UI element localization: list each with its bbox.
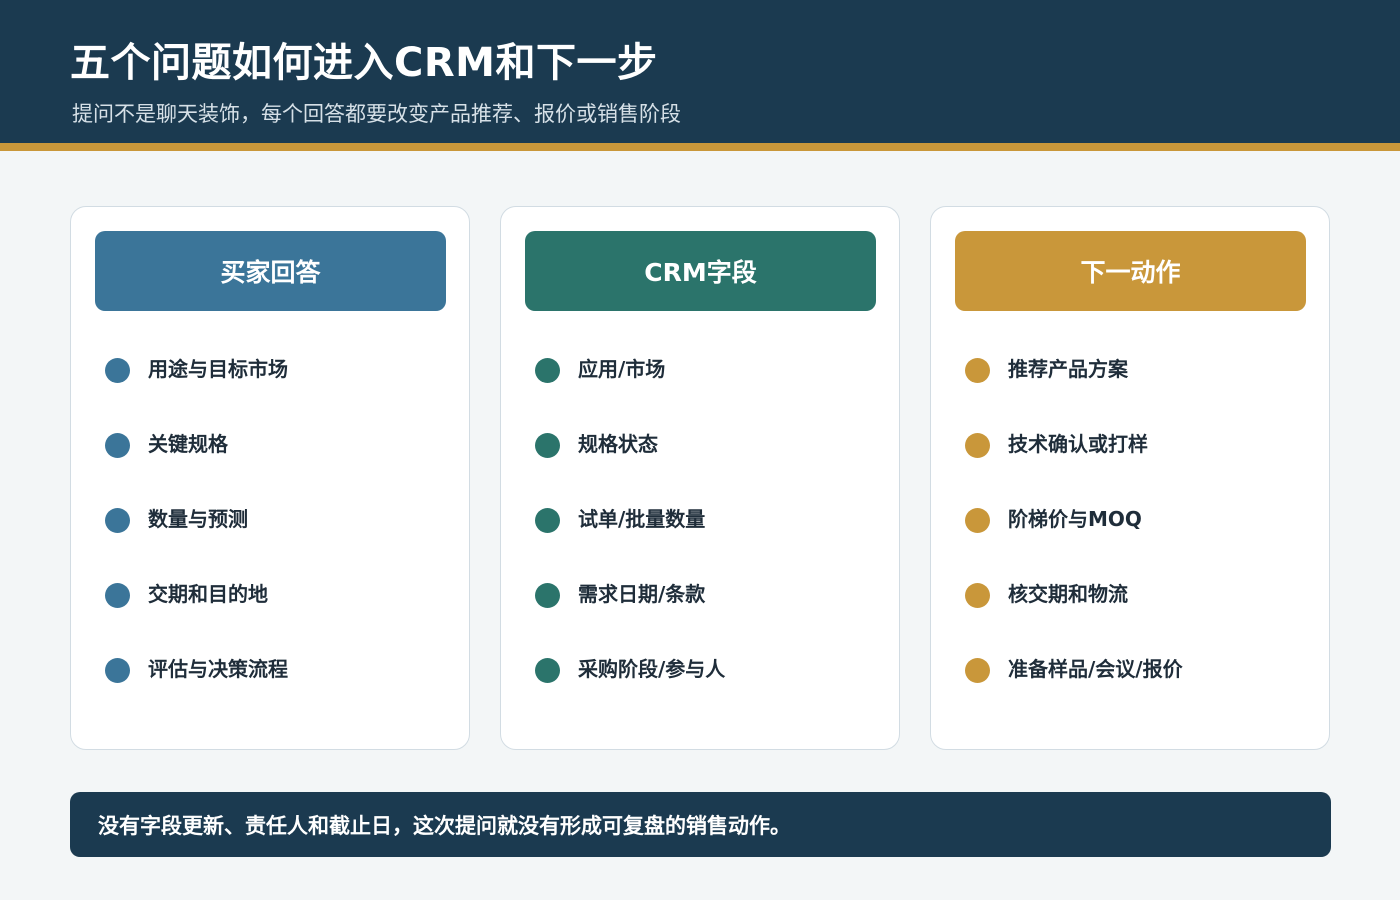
- item-label: 推荐产品方案: [1008, 356, 1128, 381]
- list-item: 数量与预测: [105, 497, 248, 537]
- bullet-dot: [535, 657, 560, 683]
- item-label: 采购阶段/参与人: [578, 656, 726, 681]
- item-label: 核交期和物流: [1008, 581, 1128, 606]
- list-item: 推荐产品方案: [965, 347, 1128, 387]
- item-label: 试单/批量数量: [578, 506, 706, 531]
- list-item: 规格状态: [535, 422, 658, 462]
- item-label: 评估与决策流程: [148, 656, 288, 681]
- bullet-dot: [965, 507, 990, 533]
- list-item: 准备样品/会议/报价: [965, 647, 1183, 687]
- bullet-dot: [965, 357, 990, 383]
- list-item: 技术确认或打样: [965, 422, 1148, 462]
- list-item: 应用/市场: [535, 347, 665, 387]
- footer-note: 没有字段更新、责任人和截止日，这次提问就没有形成可复盘的销售动作。: [70, 792, 1331, 857]
- item-label: 应用/市场: [578, 356, 666, 381]
- bullet-dot: [105, 357, 130, 383]
- item-label: 用途与目标市场: [148, 356, 288, 381]
- list-item: 阶梯价与MOQ: [965, 497, 1142, 537]
- item-label: 关键规格: [148, 431, 228, 456]
- column-items: 推荐产品方案 技术确认或打样 阶梯价与MOQ 核交期和物流准备样品/会议/报价: [931, 207, 1329, 749]
- bullet-dot: [105, 582, 130, 608]
- bullet-dot: [105, 657, 130, 683]
- bullet-dot: [535, 357, 560, 383]
- column-crm-fields: CRM字段 应用/市场 规格状态 试单/批量数量 需求日期/条款 采购阶段/参与人: [500, 206, 900, 750]
- list-item: 评估与决策流程: [105, 647, 288, 687]
- column-items: 应用/市场规格状态试单/批量数量 需求日期/条款 采购阶段/参与人: [501, 207, 899, 749]
- item-label: 需求日期/条款: [578, 581, 706, 606]
- item-label: 技术确认或打样: [1008, 431, 1148, 456]
- item-label: 阶梯价与MOQ: [1008, 506, 1142, 531]
- bullet-dot: [535, 507, 560, 533]
- bullet-dot: [965, 432, 990, 458]
- accent-stripe: [0, 143, 1400, 151]
- item-label: 数量与预测: [148, 506, 248, 531]
- bullet-dot: [965, 657, 990, 683]
- list-item: 用途与目标市场: [105, 347, 288, 387]
- header-banner: 五个问题如何进入CRM和下一步 提问不是聊天装饰，每个回答都要改变产品推荐、报价…: [0, 0, 1400, 143]
- bullet-dot: [105, 432, 130, 458]
- bullet-dot: [965, 582, 990, 608]
- list-item: 交期和目的地: [105, 572, 268, 612]
- column-next-actions: 下一动作 推荐产品方案 技术确认或打样 阶梯价与MOQ 核交期和物流 准备样品/会议/报…: [930, 206, 1330, 750]
- page-title: 五个问题如何进入CRM和下一步: [70, 40, 658, 86]
- item-label: 规格状态: [578, 431, 658, 456]
- list-item: 核交期和物流: [965, 572, 1128, 612]
- footer-text: 没有字段更新、责任人和截止日，这次提问就没有形成可复盘的销售动作。: [98, 813, 791, 838]
- column-items: 用途与目标市场 关键规格数量与预测交期和目的地 评估与决策流程: [71, 207, 469, 749]
- item-label: 准备样品/会议/报价: [1008, 656, 1183, 681]
- list-item: 需求日期/条款: [535, 572, 705, 612]
- list-item: 采购阶段/参与人: [535, 647, 725, 687]
- bullet-dot: [535, 432, 560, 458]
- page-subtitle: 提问不是聊天装饰，每个回答都要改变产品推荐、报价或销售阶段: [72, 102, 681, 126]
- column-buyer-answers: 买家回答 用途与目标市场 关键规格 数量与预测 交期和目的地 评估与决策流程: [70, 206, 470, 750]
- item-label: 交期和目的地: [148, 581, 268, 606]
- bullet-dot: [105, 507, 130, 533]
- list-item: 试单/批量数量: [535, 497, 705, 537]
- bullet-dot: [535, 582, 560, 608]
- list-item: 关键规格: [105, 422, 228, 462]
